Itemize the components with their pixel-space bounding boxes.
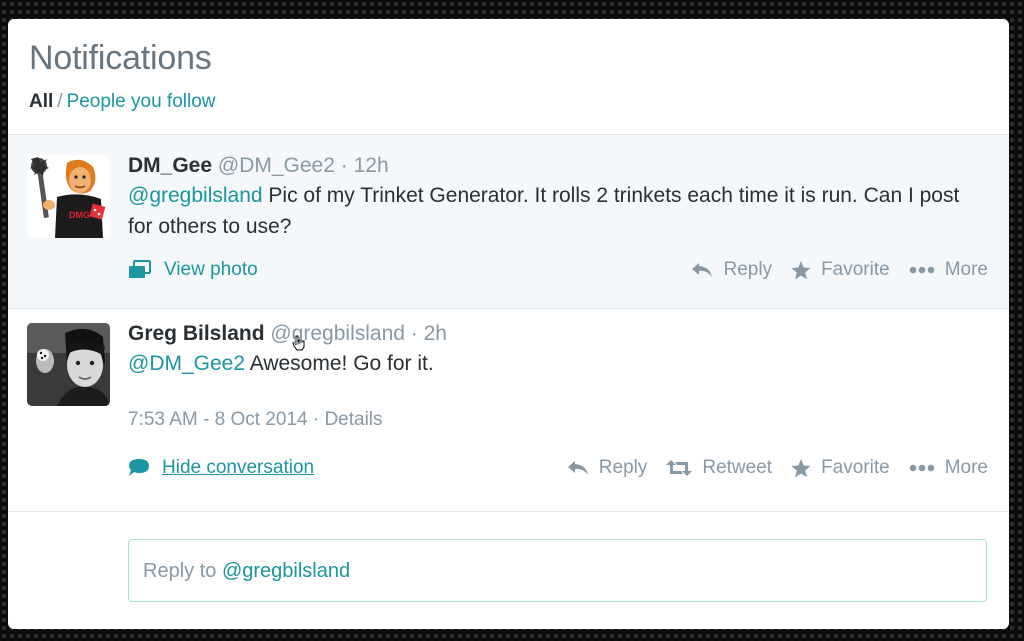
speech-bubble-icon	[128, 458, 150, 478]
tweet-time[interactable]: 2h	[424, 322, 447, 345]
notifications-panel: Notifications All / People you follow DMG	[8, 19, 1009, 629]
reply-button[interactable]: Reply	[691, 259, 772, 281]
author-name[interactable]: Greg Bilsland	[128, 322, 265, 345]
favorite-button[interactable]: Favorite	[791, 457, 890, 479]
action-buttons: Reply Favorite More	[672, 259, 988, 281]
author-handle[interactable]: @DM_Gee2	[218, 154, 335, 177]
retweet-label[interactable]: Retweet	[702, 457, 772, 479]
tweet-timestamp: 7:53 AM - 8 Oct 2014	[128, 409, 308, 430]
reply-icon	[691, 262, 713, 278]
reply-label[interactable]: Reply	[723, 259, 772, 281]
mention-link[interactable]: @DM_Gee2	[128, 352, 245, 375]
reply-prefix: Reply to	[143, 560, 222, 582]
tweet-item[interactable]: DMG DM_Gee @DM_Gee2 · 12h @gregbilsland …	[8, 135, 1009, 351]
reply-icon	[567, 460, 589, 476]
retweet-button[interactable]: Retweet	[666, 457, 772, 479]
tweet-header: DM_Gee @DM_Gee2 · 12h	[128, 154, 989, 178]
favorite-label[interactable]: Favorite	[821, 457, 890, 479]
more-button[interactable]: More	[909, 457, 988, 479]
view-photo-label[interactable]: View photo	[164, 259, 258, 281]
author-handle[interactable]: @gregbilsland	[270, 322, 405, 345]
more-label[interactable]: More	[945, 457, 988, 479]
filter-nav: All / People you follow	[29, 91, 1009, 113]
star-icon	[791, 260, 811, 280]
more-dots-icon	[909, 266, 935, 274]
view-photo-link[interactable]: View photo	[128, 259, 258, 281]
details-separator: ·	[307, 409, 325, 430]
tweet-time[interactable]: 12h	[354, 154, 389, 177]
avatar[interactable]: DMG	[27, 155, 110, 238]
tweet-header: Greg Bilsland @gregbilsland · 2h	[128, 322, 989, 346]
author-name[interactable]: DM_Gee	[128, 154, 212, 177]
tweet-body: Awesome! Go for it.	[245, 352, 434, 375]
details-link[interactable]: Details	[324, 409, 382, 430]
tweet-text: @DM_Gee2 Awesome! Go for it.	[128, 348, 989, 379]
filter-people-you-follow[interactable]: People you follow	[67, 91, 216, 112]
retweet-icon	[666, 459, 693, 477]
reply-input[interactable]: Reply to @gregbilsland	[128, 539, 987, 602]
hide-conversation-link[interactable]: Hide conversation	[128, 457, 314, 479]
svg-text:DMG: DMG	[69, 210, 90, 220]
favorite-label[interactable]: Favorite	[821, 259, 890, 281]
page-title: Notifications	[29, 39, 212, 77]
reply-mention: @gregbilsland	[221, 560, 351, 582]
mention-link[interactable]: @gregbilsland	[128, 184, 263, 207]
filter-separator: /	[57, 91, 63, 112]
tweet-content: DM_Gee @DM_Gee2 · 12h @gregbilsland Pic …	[128, 154, 989, 242]
time-separator: ·	[410, 322, 418, 345]
tweet-content: Greg Bilsland @gregbilsland · 2h @DM_Gee…	[128, 322, 989, 431]
more-dots-icon	[909, 464, 935, 472]
reply-button[interactable]: Reply	[567, 457, 648, 479]
time-separator: ·	[340, 154, 348, 177]
star-icon	[791, 458, 811, 478]
photo-icon	[128, 260, 152, 280]
tweet-actions: Hide conversation Reply Retweet Favorite	[128, 457, 988, 483]
tweet-meta: 7:53 AM - 8 Oct 2014 · Details	[128, 409, 989, 431]
notifications-header: Notifications All / People you follow	[8, 19, 1009, 135]
more-label[interactable]: More	[945, 259, 988, 281]
filter-all[interactable]: All	[29, 91, 53, 112]
reply-label[interactable]: Reply	[599, 457, 648, 479]
favorite-button[interactable]: Favorite	[791, 259, 890, 281]
action-buttons: Reply Retweet Favorite More	[548, 457, 988, 479]
tweet-actions: View photo Reply Favorite More	[128, 259, 988, 285]
tweet-text: @gregbilsland Pic of my Trinket Generato…	[128, 180, 989, 242]
hide-conversation-label[interactable]: Hide conversation	[162, 457, 314, 479]
tweet-item[interactable]: Greg Bilsland @gregbilsland · 2h @DM_Gee…	[8, 309, 1009, 512]
avatar[interactable]	[27, 323, 110, 406]
more-button[interactable]: More	[909, 259, 988, 281]
